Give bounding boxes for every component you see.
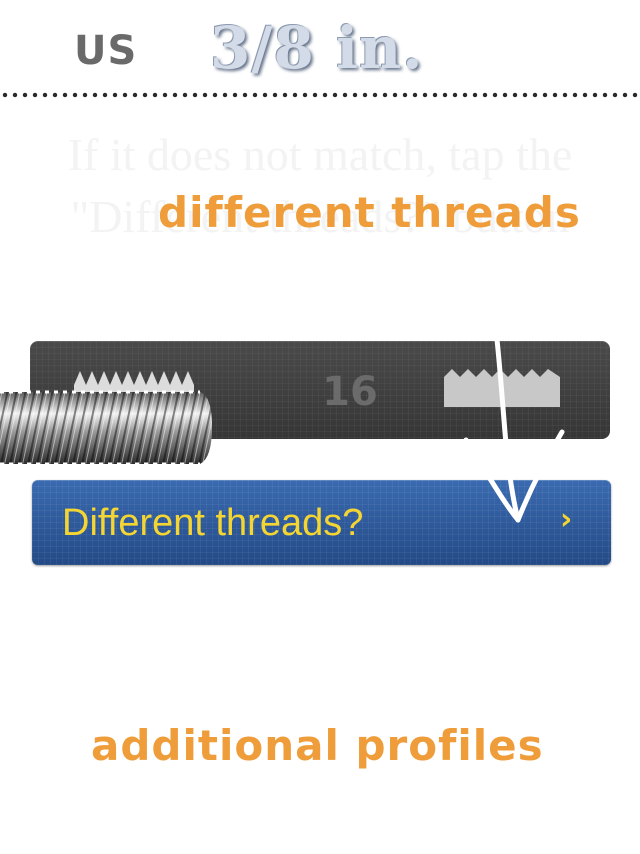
chevron-right-icon: › xyxy=(560,502,573,537)
annotation-different-threads: different threads xyxy=(158,188,581,237)
coarse-thread-icon[interactable] xyxy=(444,367,560,407)
different-threads-button-label: Different threads? xyxy=(62,502,364,544)
bolt-image xyxy=(0,390,212,466)
different-threads-button[interactable]: Different threads? › xyxy=(32,480,611,565)
thread-count-value: 16 xyxy=(322,369,378,415)
thread-size-value: 3/8 in. xyxy=(210,14,424,82)
unit-system-label: US xyxy=(74,28,138,74)
dotted-divider xyxy=(0,92,640,98)
annotation-additional-profiles: additional profiles xyxy=(91,721,544,770)
